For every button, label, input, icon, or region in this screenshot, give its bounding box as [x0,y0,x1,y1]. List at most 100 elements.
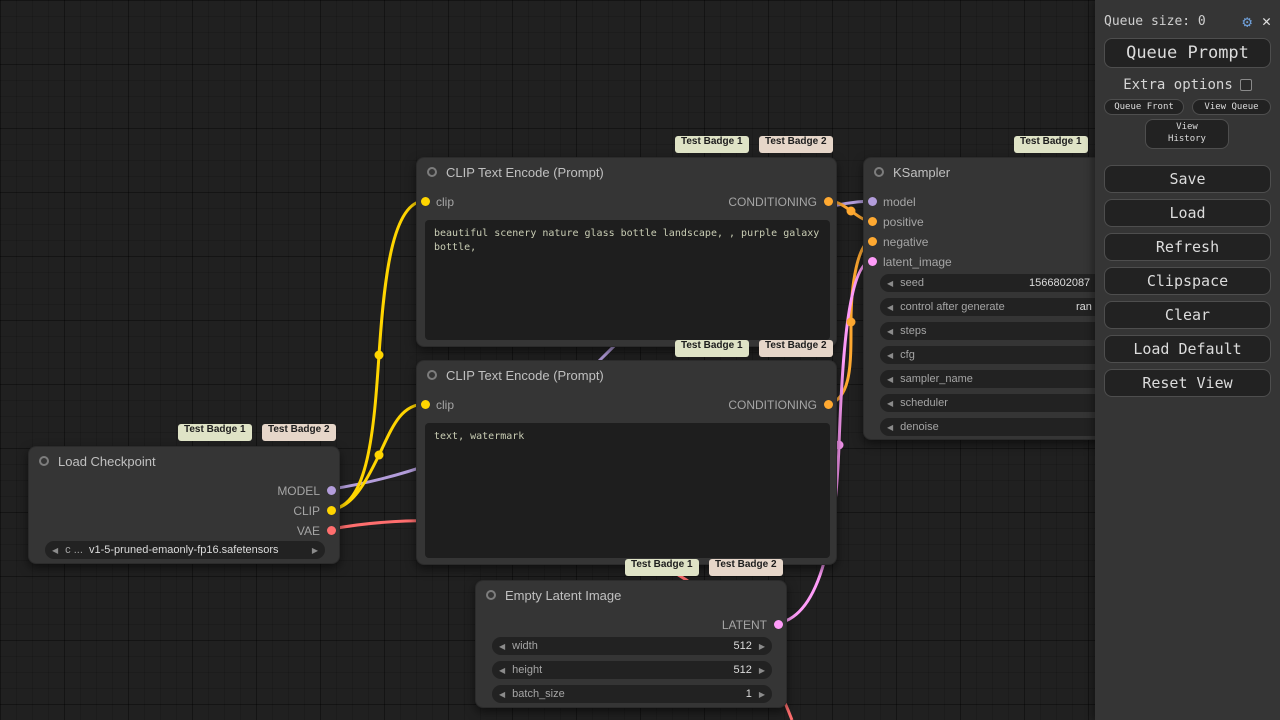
widget-value: 512 [733,640,752,652]
input-slot-latent-image[interactable] [868,257,877,266]
widget-label: batch_size [512,688,565,700]
decrement-arrow-icon[interactable]: ◀ [880,399,900,408]
input-slot-clip[interactable] [421,400,430,409]
decrement-arrow-icon[interactable]: ◀ [492,642,512,651]
input-slot-positive[interactable] [868,217,877,226]
widget-batch-size[interactable]: ◀ batch_size 1 ▶ [492,685,772,703]
save-button[interactable]: Save [1104,165,1271,193]
decrement-arrow-icon[interactable]: ◀ [492,666,512,675]
node-title: CLIP Text Encode (Prompt) [446,367,604,383]
menu-panel: Queue size: 0 ⚙ ✕ Queue Prompt Extra opt… [1095,0,1280,720]
input-slot-clip[interactable] [421,197,430,206]
queue-front-button[interactable]: Queue Front [1104,99,1184,115]
increment-arrow-icon[interactable]: ▶ [752,666,772,675]
input-label-positive: positive [883,215,924,229]
input-label-clip: clip [436,398,455,412]
node-title: CLIP Text Encode (Prompt) [446,164,604,180]
output-label-model: MODEL [277,484,320,498]
node-empty-latent-image[interactable]: Empty Latent Image LATENT ◀ width 512 ▶ … [475,580,787,708]
widget-label: sampler_name [900,373,973,385]
output-slot-conditioning[interactable] [824,197,833,206]
widget-value: 1566802087 [1029,277,1091,289]
increment-arrow-icon[interactable]: ▶ [752,690,772,699]
load-default-button[interactable]: Load Default [1104,335,1271,363]
output-label-latent: LATENT [721,618,767,632]
collapse-dot-icon[interactable] [427,370,437,380]
prompt-textarea[interactable]: beautiful scenery nature glass bottle la… [425,220,830,340]
widget-label: control after generate [900,301,1005,313]
decrement-arrow-icon[interactable]: ◀ [880,327,900,336]
wire-midpoint-dot [374,350,384,360]
input-label-negative: negative [883,235,929,249]
wire-midpoint-dot [374,450,384,460]
node-badge: Test Badge 2 [709,559,783,576]
node-badge: Test Badge 1 [675,136,749,153]
decrement-arrow-icon[interactable]: ◀ [492,690,512,699]
output-slot-conditioning[interactable] [824,400,833,409]
output-slot-vae[interactable] [327,526,336,535]
decrement-arrow-icon[interactable]: ◀ [880,303,900,312]
node-badge: Test Badge 1 [675,340,749,357]
node-header[interactable]: Load Checkpoint [29,447,339,475]
prompt-textarea[interactable]: text, watermark [425,423,830,558]
extra-options-checkbox[interactable] [1239,79,1252,91]
load-button[interactable]: Load [1104,199,1271,227]
prev-option-arrow-icon[interactable]: ◀ [45,546,65,555]
node-header[interactable]: CLIP Text Encode (Prompt) [417,361,836,389]
clipspace-button[interactable]: Clipspace [1104,267,1271,295]
next-option-arrow-icon[interactable]: ▶ [305,546,325,555]
collapse-dot-icon[interactable] [486,590,496,600]
node-clip-text-encode-1[interactable]: CLIP Text Encode (Prompt) clip CONDITION… [416,157,837,347]
node-badge: Test Badge 2 [262,424,336,441]
increment-arrow-icon[interactable]: ▶ [752,642,772,651]
node-badge: Test Badge 1 [625,559,699,576]
wire-midpoint-dot [846,206,856,216]
clear-button[interactable]: Clear [1104,301,1271,329]
node-title: Empty Latent Image [505,587,622,603]
queue-size-label: Queue size: 0 [1104,13,1206,29]
refresh-button[interactable]: Refresh [1104,233,1271,261]
input-slot-model[interactable] [868,197,877,206]
settings-gear-icon[interactable]: ⚙ [1242,12,1252,31]
output-slot-clip[interactable] [327,506,336,515]
node-load-checkpoint[interactable]: Load Checkpoint MODEL CLIP VAE ◀ c ... v… [28,446,340,564]
decrement-arrow-icon[interactable]: ◀ [880,423,900,432]
node-header[interactable]: CLIP Text Encode (Prompt) [417,158,836,186]
close-menu-icon[interactable]: ✕ [1262,12,1271,30]
collapse-dot-icon[interactable] [427,167,437,177]
widget-value: 512 [733,664,752,676]
extra-options-label: Extra options [1123,77,1233,93]
widget-label: width [512,640,538,652]
widget-label: cfg [900,349,915,361]
queue-prompt-button[interactable]: Queue Prompt [1104,38,1271,68]
collapse-dot-icon[interactable] [39,456,49,466]
node-title: KSampler [893,164,951,180]
node-badge: Test Badge 1 [178,424,252,441]
collapse-dot-icon[interactable] [874,167,884,177]
widget-width[interactable]: ◀ width 512 ▶ [492,637,772,655]
output-slot-model[interactable] [327,486,336,495]
output-label-vae: VAE [296,524,320,538]
widget-value: ran [1076,301,1092,313]
view-history-button[interactable]: View History [1145,119,1229,149]
output-slot-latent[interactable] [774,620,783,629]
node-header[interactable]: Empty Latent Image [476,581,786,609]
widget-label: denoise [900,421,939,433]
wire-midpoint-dot [846,317,856,327]
input-slot-negative[interactable] [868,237,877,246]
decrement-arrow-icon[interactable]: ◀ [880,351,900,360]
view-queue-button[interactable]: View Queue [1192,99,1271,115]
widget-label: height [512,664,543,676]
input-label-clip: clip [436,195,455,209]
input-label-latent-image: latent_image [883,255,952,269]
widget-label: c ... [65,544,83,556]
output-label-clip: CLIP [293,504,320,518]
decrement-arrow-icon[interactable]: ◀ [880,279,900,288]
node-clip-text-encode-2[interactable]: CLIP Text Encode (Prompt) clip CONDITION… [416,360,837,565]
decrement-arrow-icon[interactable]: ◀ [880,375,900,384]
node-graph-canvas[interactable]: CLIP Text Encode (Prompt) clip CONDITION… [0,0,1280,720]
widget-height[interactable]: ◀ height 512 ▶ [492,661,772,679]
widget-label: scheduler [900,397,948,409]
reset-view-button[interactable]: Reset View [1104,369,1271,397]
widget-ckpt-name[interactable]: ◀ c ... v1-5-pruned-emaonly-fp16.safeten… [45,541,325,559]
